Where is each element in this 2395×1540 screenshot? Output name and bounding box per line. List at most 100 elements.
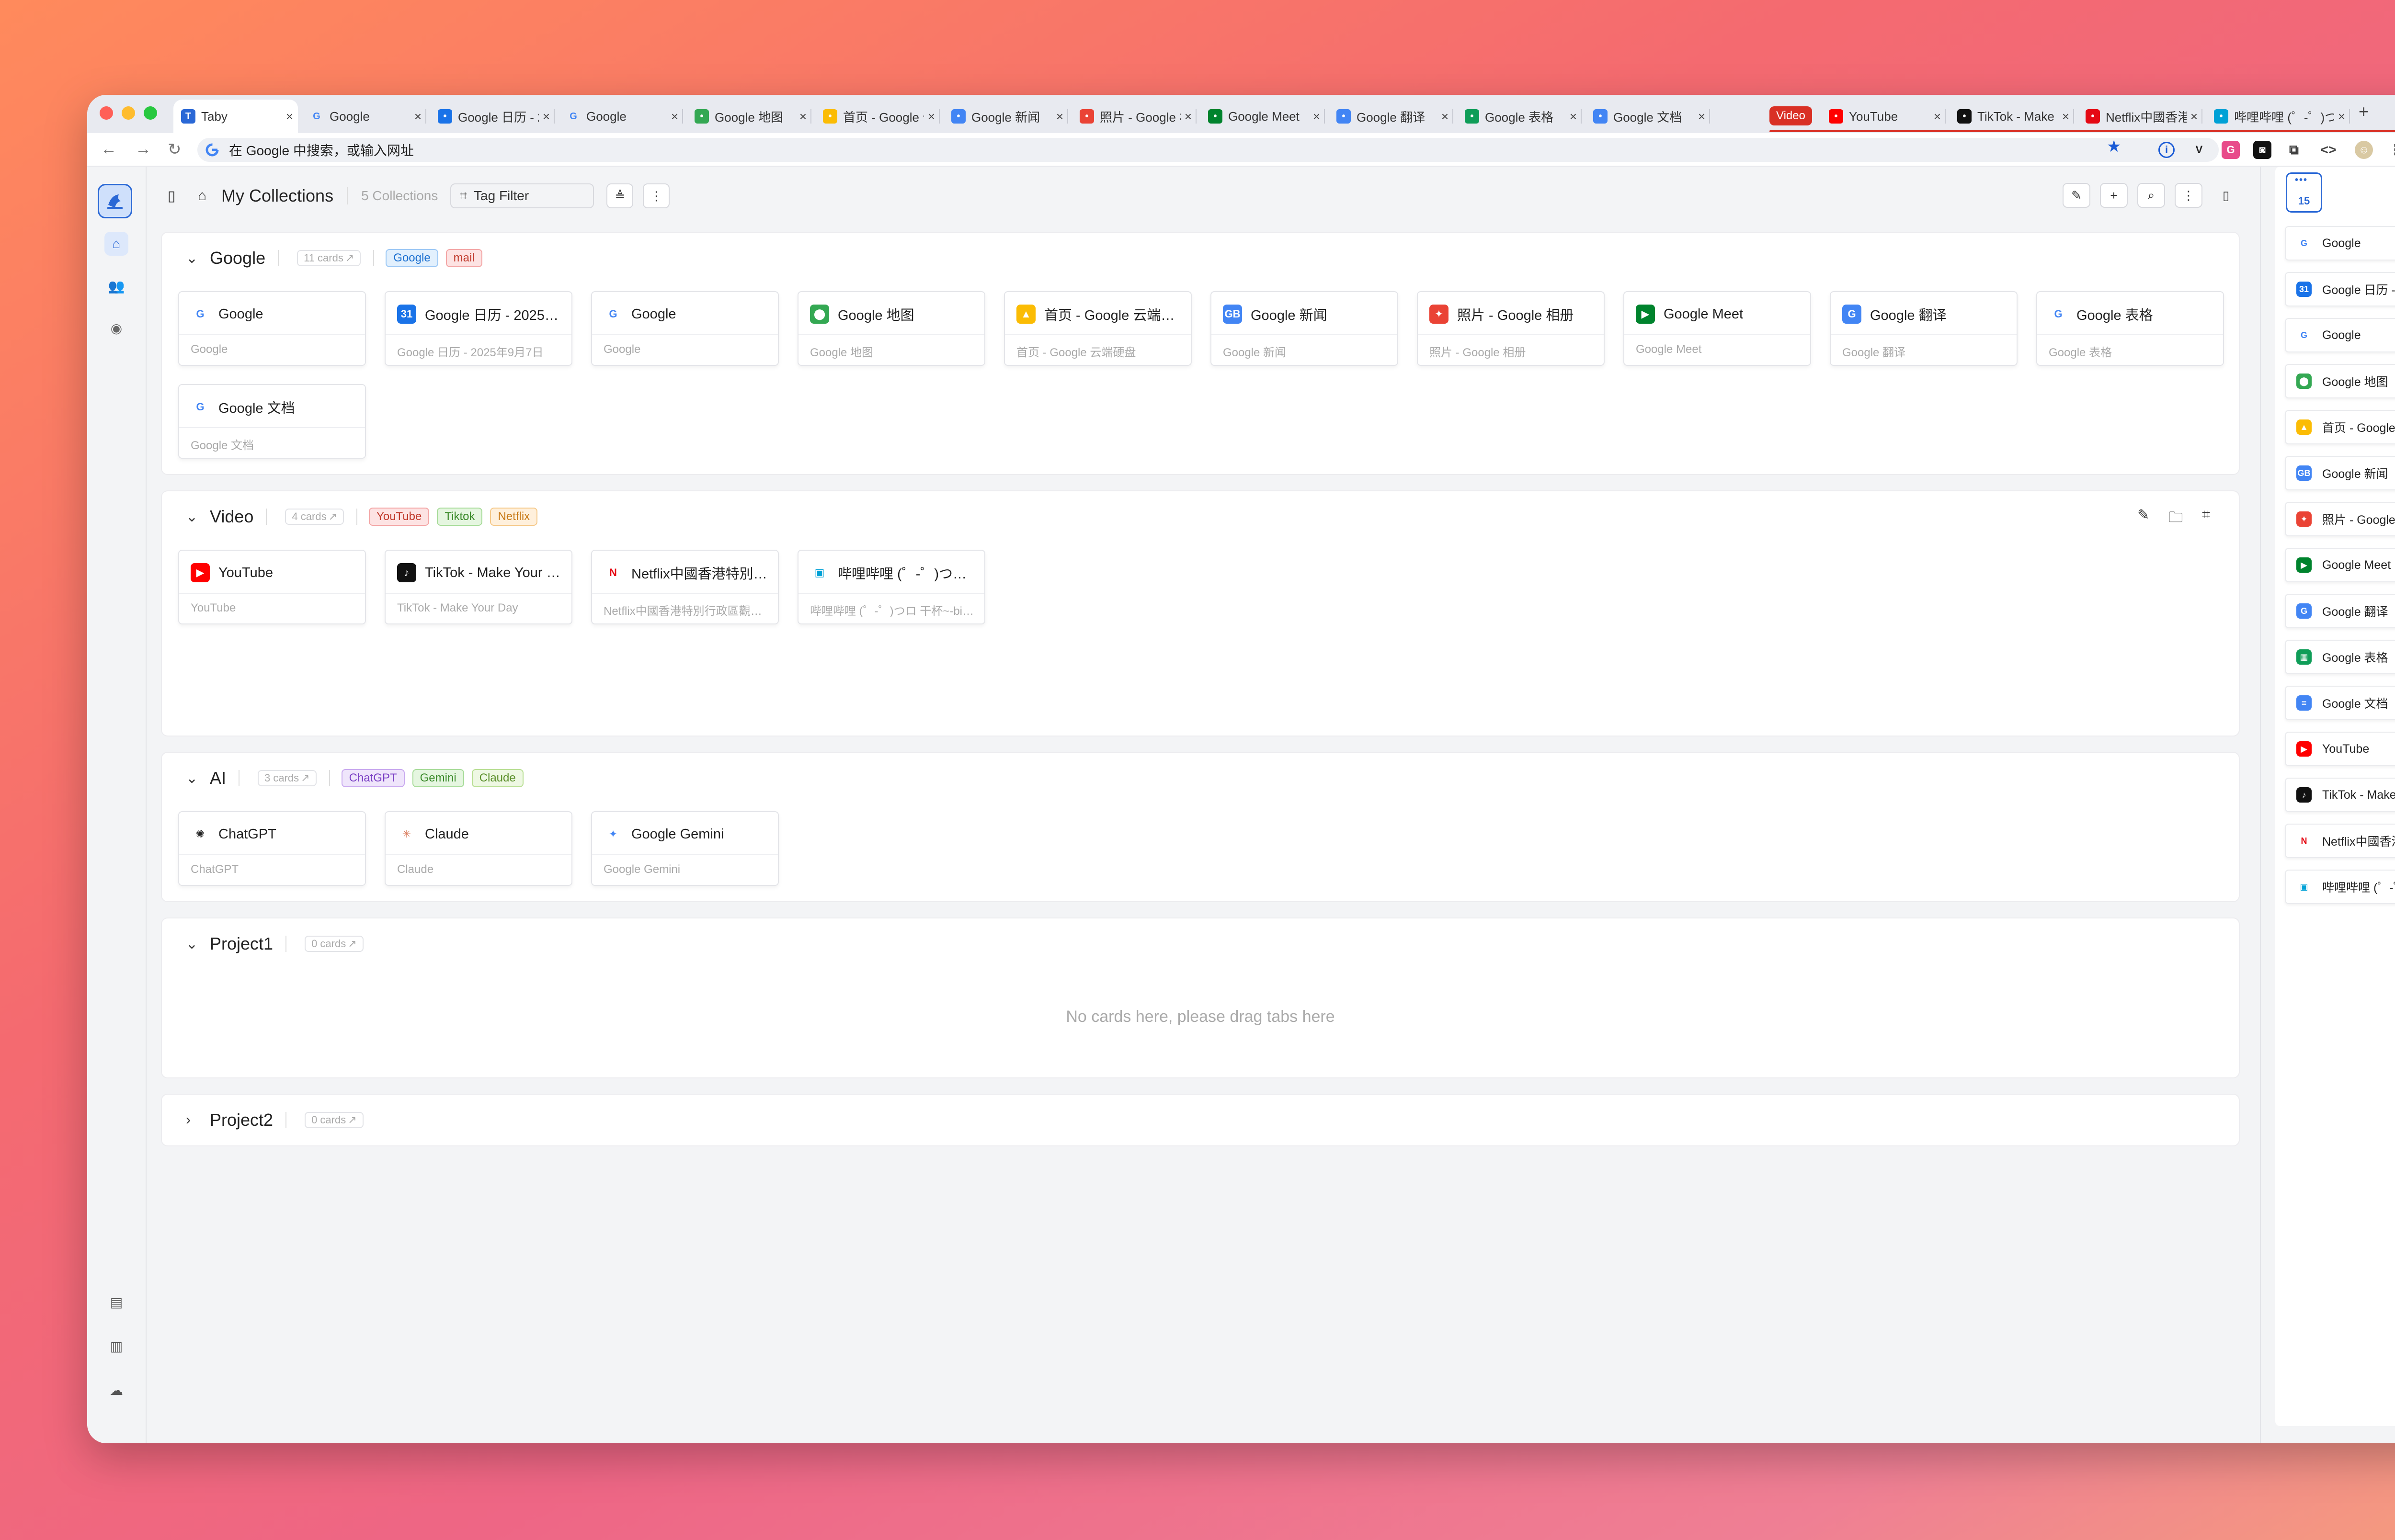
reload-icon[interactable]: ↻ — [168, 140, 182, 159]
browser-menu-icon[interactable]: ⋮ — [2386, 141, 2395, 159]
open-tab-item[interactable]: ≡ Google 文档 — [2285, 686, 2395, 720]
search-button[interactable]: ⌕ — [2137, 183, 2165, 208]
open-tab-item[interactable]: ▶ YouTube — [2285, 732, 2395, 766]
browser-tab[interactable]: • Google 翻译 × — [1329, 100, 1453, 133]
tab-card[interactable]: ♪ TikTok - Make Your Day TikTok - Make You… — [385, 550, 572, 624]
card-count[interactable]: 0 cards ↗ — [305, 936, 364, 952]
tab-card[interactable]: G Google Google — [178, 291, 366, 366]
browser-tab[interactable]: G Google × — [559, 100, 683, 133]
card-count[interactable]: 3 cards ↗ — [258, 770, 317, 786]
tag-badge[interactable]: Tiktok — [437, 508, 483, 526]
collection-header[interactable]: ⌄ Video 4 cards ↗ YouTube Tiktok Netflix — [186, 505, 545, 529]
card-count[interactable]: 4 cards ↗ — [285, 509, 344, 525]
forward-arrow-icon[interactable]: → — [135, 140, 151, 159]
add-collection-button[interactable]: + — [2100, 183, 2128, 208]
close-tab-icon[interactable]: × — [1570, 109, 1577, 124]
open-tab-item[interactable]: GB Google 新闻 — [2285, 456, 2395, 490]
open-tab-item[interactable]: ▣ 哔哩哔哩 (゜-゜)つロ 干杯~ — [2285, 870, 2395, 904]
close-tab-icon[interactable]: × — [928, 109, 935, 124]
tag-badge[interactable]: YouTube — [369, 508, 430, 526]
minimize-window-button[interactable] — [122, 106, 135, 120]
tag-badge[interactable]: ChatGPT — [341, 769, 405, 787]
open-tab-item[interactable]: ✦ 照片 - Google 相册 — [2285, 502, 2395, 536]
tab-card[interactable]: ⬤ Google 地图 Google 地图 — [798, 291, 985, 366]
collapse-all-button[interactable]: ≜ — [606, 183, 634, 208]
close-tab-icon[interactable]: × — [799, 109, 807, 124]
cloud-sync-icon[interactable]: ☁ — [104, 1378, 128, 1402]
open-tab-item[interactable]: N Netflix中國香港特別行政區 — [2285, 824, 2395, 858]
tab-card[interactable]: ▶ Google Meet Google Meet — [1623, 291, 1811, 366]
close-tab-icon[interactable]: × — [1698, 109, 1705, 124]
users-icon[interactable]: 👥 — [104, 274, 128, 298]
browser-tab[interactable]: T Taby × — [173, 100, 298, 133]
browser-tab[interactable]: • Netflix中國香港特別行政區× — [2078, 100, 2202, 133]
toggle-sidebar-icon[interactable]: ▯ — [161, 185, 182, 206]
tab-card[interactable]: ▶ YouTube YouTube — [178, 550, 366, 624]
bookmark-star-icon[interactable]: ★ — [2107, 137, 2121, 156]
import-document-icon[interactable]: ▤ — [104, 1290, 128, 1314]
tab-card[interactable]: ▣ 哔哩哔哩 (゜-゜)つロ 干杯~ 哔哩哔哩 (゜-゜)つロ 干杯~-bilibi… — [798, 550, 985, 624]
tab-card[interactable]: ▲ 首页 - Google 云端硬盘 首页 - Google 云端硬盘 — [1004, 291, 1192, 366]
tab-card[interactable]: G Google Google — [591, 291, 779, 366]
devtools-code-icon[interactable]: <> — [2319, 141, 2338, 159]
new-tab-plus-icon[interactable]: + — [2359, 102, 2369, 122]
open-tab-item[interactable]: G Google 翻译 — [2285, 594, 2395, 628]
close-tab-icon[interactable]: × — [1934, 109, 1941, 124]
browser-tab[interactable]: • Google 地图 × — [687, 100, 811, 133]
close-tab-icon[interactable]: × — [2338, 109, 2345, 124]
export-document-icon[interactable]: ▥ — [104, 1334, 128, 1358]
tag-filter-select[interactable]: ⌗ Tag Filter — [450, 183, 594, 208]
browser-tab[interactable]: G Google × — [302, 100, 426, 133]
close-tab-icon[interactable]: × — [671, 109, 678, 124]
card-count[interactable]: 0 cards ↗ — [305, 1112, 364, 1128]
address-bar[interactable]: 在 Google 中搜索，或输入网址 — [197, 138, 2219, 162]
browser-tab[interactable]: • Google 文档 × — [1585, 100, 1710, 133]
open-tab-item[interactable]: ▶ Google Meet — [2285, 548, 2395, 582]
extensions-puzzle-icon[interactable]: ⧉ — [2285, 141, 2303, 159]
tab-card[interactable]: ✦ 照片 - Google 相册 照片 - Google 相册 — [1417, 291, 1605, 366]
collection-header[interactable]: › Project2 0 cards ↗ — [186, 1108, 364, 1132]
browser-tab[interactable]: • TikTok - Make Your Day × — [1950, 100, 2074, 133]
tag-badge[interactable]: mail — [445, 249, 482, 267]
browser-tab[interactable]: • 哔哩哔哩 (゜-゜)つロ 干杯~ × — [2206, 100, 2350, 133]
close-tab-icon[interactable]: × — [286, 109, 293, 124]
browser-tab[interactable]: • 照片 - Google 相册 × — [1072, 100, 1197, 133]
extension-dark-icon[interactable]: ◙ — [2253, 141, 2271, 159]
close-tab-icon[interactable]: × — [2190, 109, 2198, 124]
profile-avatar[interactable]: ☺ — [2355, 141, 2373, 159]
open-tab-item[interactable]: ♪ TikTok - Make Your Day — [2285, 778, 2395, 812]
tag-badge[interactable]: Netflix — [490, 508, 538, 526]
tag-badge[interactable]: Claude — [471, 769, 524, 787]
close-window-button[interactable] — [100, 106, 113, 120]
tab-card[interactable]: ✺ ChatGPT ChatGPT — [178, 811, 366, 886]
tab-card[interactable]: G Google 表格 Google 表格 — [2036, 291, 2224, 366]
shield-icon[interactable]: ◉ — [104, 316, 128, 340]
chevron-right-icon[interactable]: › — [186, 1112, 200, 1128]
empty-drop-zone[interactable]: No cards here, please drag tabs here — [162, 1008, 2239, 1026]
tab-card[interactable]: ✦ Google Gemini Google Gemini — [591, 811, 779, 886]
header-more-button[interactable]: ⋮ — [2175, 183, 2202, 208]
browser-tab[interactable]: • Google Meet × — [1200, 100, 1325, 133]
card-count[interactable]: 11 cards ↗ — [297, 250, 361, 266]
folder-icon[interactable]: 🗀 — [2168, 507, 2183, 531]
chevron-down-icon[interactable]: ⌄ — [186, 770, 200, 787]
collection-header[interactable]: ⌄ Project1 0 cards ↗ — [186, 932, 364, 956]
browser-tab[interactable]: • Google 新闻 × — [944, 100, 1068, 133]
tab-card[interactable]: GB Google 新闻 Google 新闻 — [1210, 291, 1398, 366]
tab-card[interactable]: G Google 文档 Google 文档 — [178, 384, 366, 459]
collection-header[interactable]: ⌄ Google 11 cards ↗ Google mail — [186, 246, 490, 270]
back-arrow-icon[interactable]: ← — [101, 140, 117, 159]
close-tab-icon[interactable]: × — [2062, 109, 2069, 124]
collection-header[interactable]: ⌄ AI 3 cards ↗ ChatGPT Gemini Claude — [186, 766, 531, 790]
password-manager-icon[interactable]: i — [2158, 142, 2175, 158]
tab-card[interactable]: ✳ Claude Claude — [385, 811, 572, 886]
close-tab-icon[interactable]: × — [414, 109, 422, 124]
chevron-down-icon[interactable]: ⌄ — [186, 936, 200, 952]
browser-tab[interactable]: • YouTube × — [1821, 100, 1946, 133]
edit-pencil-button[interactable]: ✎ — [2063, 183, 2090, 208]
maximize-window-button[interactable] — [144, 106, 157, 120]
edit-pencil-icon[interactable]: ✎ — [2137, 507, 2149, 531]
open-tab-item[interactable]: 31 Google 日历 - 2025年9月7日 — [2285, 272, 2395, 306]
tab-card[interactable]: N Netflix中國香港特別行政區 Netflix中國香港特別行政區觀看… — [591, 550, 779, 624]
open-tab-item[interactable]: ⬤ Google 地图 — [2285, 364, 2395, 398]
